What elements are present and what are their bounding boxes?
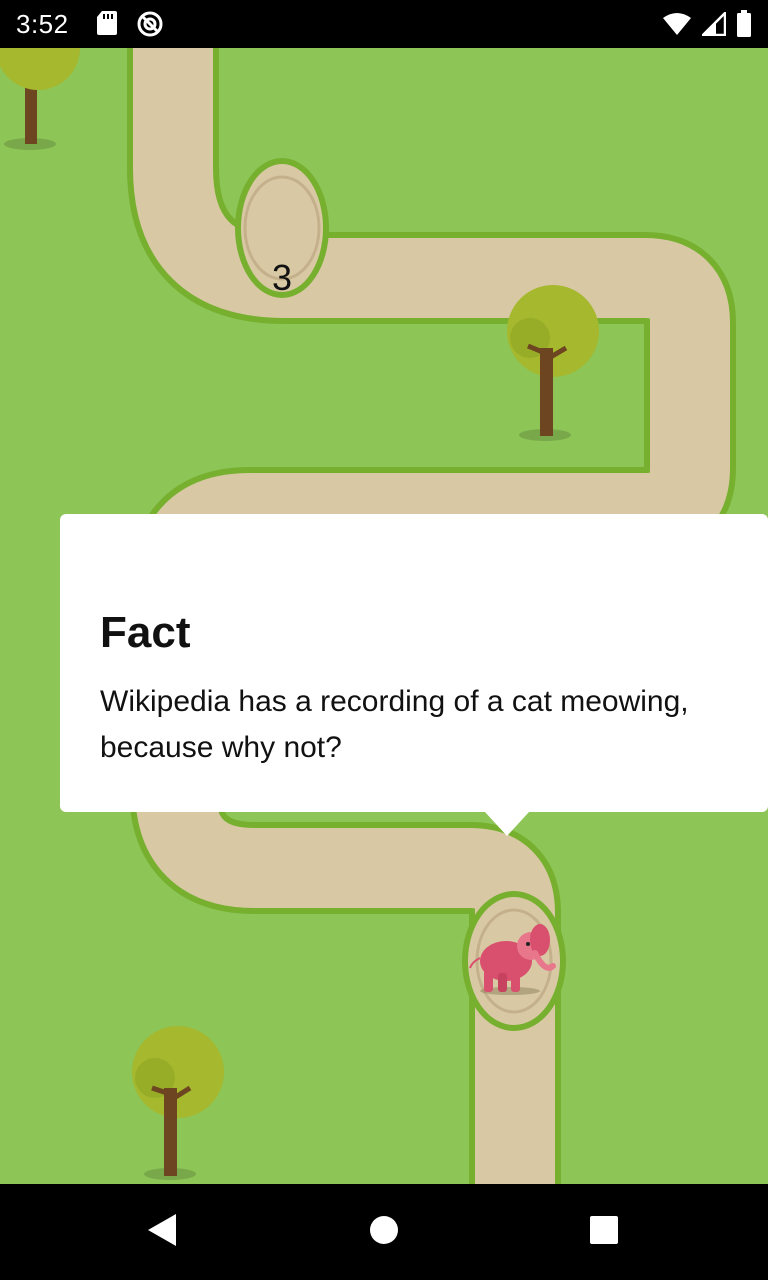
back-icon <box>146 1213 178 1251</box>
recents-button[interactable] <box>556 1184 652 1280</box>
home-button[interactable] <box>336 1184 432 1280</box>
wifi-icon <box>662 12 692 40</box>
status-time: 3:52 <box>16 9 69 39</box>
level-number-label[interactable]: 3 <box>244 228 320 328</box>
recents-icon <box>589 1215 619 1249</box>
back-button[interactable] <box>114 1184 210 1280</box>
fact-popup-pointer <box>485 812 529 836</box>
signal-icon <box>699 9 727 40</box>
fact-popup[interactable]: Fact Wikipedia has a recording of a cat … <box>60 514 768 812</box>
fact-text-line-2: because why not? <box>100 731 342 765</box>
navigation-bar <box>0 1184 768 1280</box>
battery-icon <box>736 10 752 42</box>
fact-text: Wikipedia has a recording of a cat meowi… <box>100 679 728 771</box>
fact-text-line-1: Wikipedia has a recording of a cat meowi… <box>100 685 689 719</box>
home-icon <box>369 1215 399 1249</box>
sd-card-icon <box>96 10 118 42</box>
sync-disabled-icon <box>136 10 164 42</box>
status-bar: 3:52 <box>0 0 768 48</box>
fact-title: Fact <box>100 608 191 657</box>
